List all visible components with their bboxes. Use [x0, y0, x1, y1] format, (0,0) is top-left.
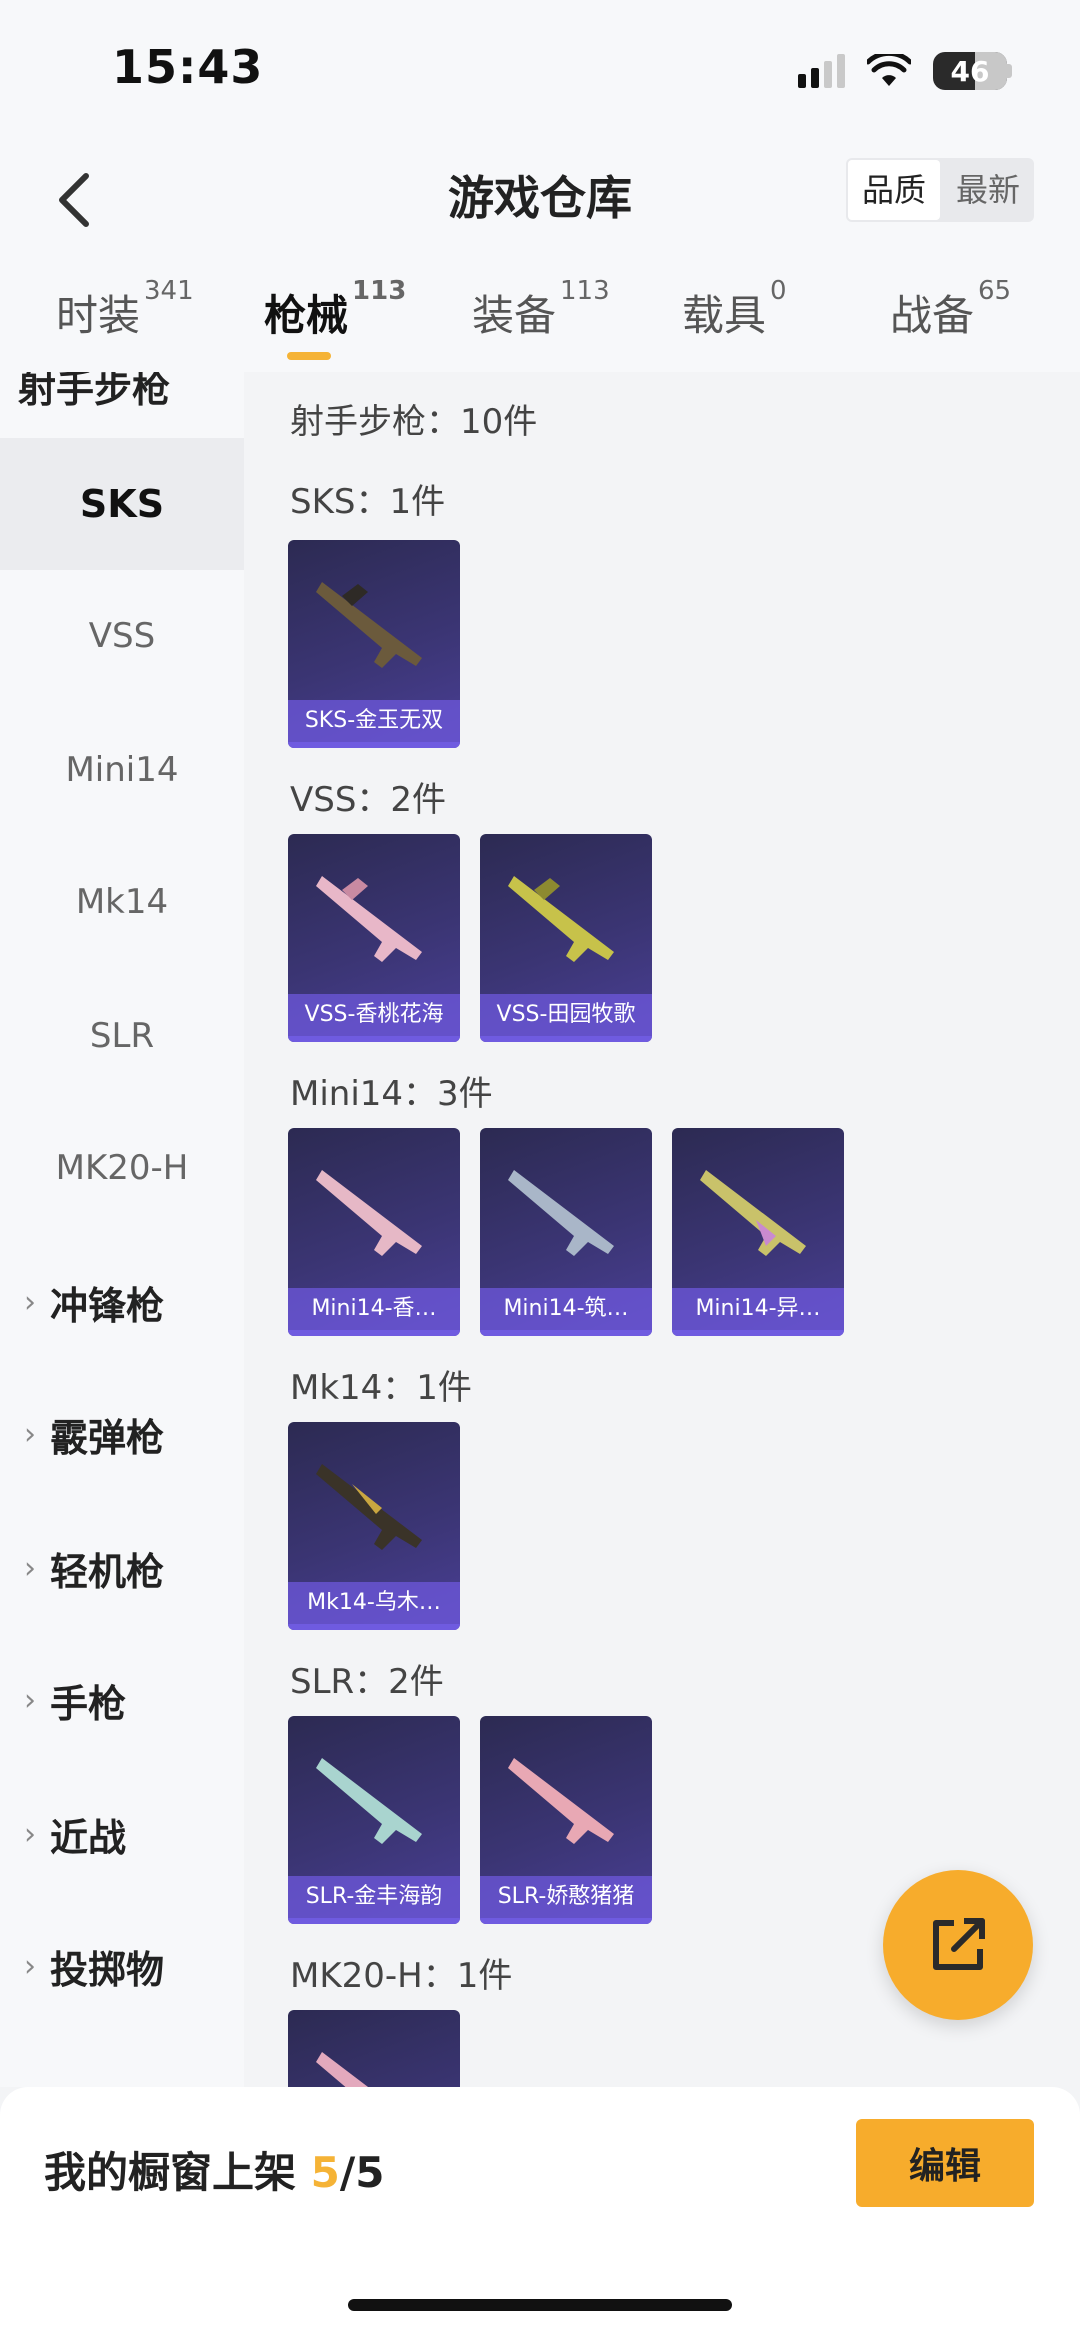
group-title: SLR：2件	[290, 1662, 444, 1702]
group-title: SKS：1件	[290, 482, 446, 522]
skin-card[interactable]: SLR-金丰海韵	[288, 1716, 460, 1924]
tab-vehicles[interactable]: 载具 0	[682, 276, 787, 343]
rifle-icon	[316, 1170, 422, 1256]
sidebar-item-slr[interactable]: SLR	[0, 970, 244, 1102]
rifle-icon	[316, 2052, 369, 2087]
battery-icon: 46	[933, 52, 1007, 90]
group-title: VSS：2件	[290, 780, 447, 820]
status-time: 15:43	[112, 40, 264, 94]
showcase-total: /5	[339, 2148, 385, 2197]
rifle-icon	[508, 1758, 614, 1844]
group-title: MK20-H：1件	[290, 1956, 513, 1996]
rifle-icon	[508, 876, 614, 962]
sidebar-category-smg[interactable]: › 冲锋枪	[0, 1236, 244, 1368]
sidebar-item-vss[interactable]: VSS	[0, 570, 244, 702]
sidebar-item-sks[interactable]: SKS	[0, 438, 244, 570]
sidebar: 射手步枪 SKS VSS Mini14 Mk14 SLR MK20-H › 冲锋枪…	[0, 372, 244, 2087]
skin-card[interactable]: SKS-金玉无双	[288, 540, 460, 748]
skin-card-label: SLR-金丰海韵	[288, 1876, 460, 1918]
chevron-right-icon: ›	[24, 1682, 36, 1718]
rifle-icon	[508, 1170, 614, 1256]
nav-bar: 游戏仓库 品质 最新	[0, 140, 1080, 260]
rifle-icon	[700, 1170, 806, 1256]
category-tabs: 时装 341 枪械 113 装备 113 载具 0 战备 65	[0, 260, 1080, 372]
tab-fashion[interactable]: 时装 341	[56, 276, 194, 343]
group-title: Mini14：3件	[290, 1074, 493, 1114]
item-list: 射手步枪：10件 SKS：1件 SKS-金玉无双 VSS：2件 VSS-香桃花海…	[244, 372, 1080, 2087]
rifle-icon	[316, 876, 422, 962]
skin-card-label: Mk14-乌木…	[288, 1582, 460, 1624]
share-button[interactable]	[883, 1870, 1033, 2020]
section-title: 射手步枪：10件	[290, 402, 538, 442]
skin-card[interactable]: Mini14-异…	[672, 1128, 844, 1336]
tab-guns[interactable]: 枪械 113	[264, 276, 406, 343]
sidebar-item-mk14[interactable]: Mk14	[0, 836, 244, 968]
chevron-right-icon: ›	[24, 1816, 36, 1852]
skin-card-label: Mini14-筑…	[480, 1288, 652, 1330]
active-tab-indicator	[287, 352, 331, 360]
chevron-right-icon: ›	[24, 1948, 36, 1984]
skin-card[interactable]: Mk14-乌木…	[288, 1422, 460, 1630]
sidebar-category-pistol[interactable]: › 手枪	[0, 1634, 244, 1766]
sidebar-category-melee[interactable]: › 近战	[0, 1768, 244, 1900]
sort-quality-button[interactable]: 品质	[847, 160, 940, 220]
tab-supplies[interactable]: 战备 65	[890, 276, 1011, 343]
wifi-icon	[867, 54, 911, 86]
tab-equipment[interactable]: 装备 113	[472, 276, 610, 343]
home-indicator	[348, 2299, 732, 2311]
skin-card[interactable]: Mini14-筑…	[480, 1128, 652, 1336]
sidebar-category-lmg[interactable]: › 轻机枪	[0, 1502, 244, 1634]
status-bar: 15:43 46	[0, 0, 1080, 140]
rifle-icon	[316, 1464, 422, 1550]
rifle-icon	[316, 582, 422, 668]
sidebar-item-mk20h[interactable]: MK20-H	[0, 1102, 244, 1234]
sidebar-category-throwables[interactable]: › 投掷物	[0, 1900, 244, 2032]
skin-card[interactable]: SLR-娇憨猪猪	[480, 1716, 652, 1924]
skin-card-label: VSS-田园牧歌	[480, 994, 652, 1036]
skin-card-label: SLR-娇憨猪猪	[480, 1876, 652, 1918]
skin-card-label: VSS-香桃花海	[288, 994, 460, 1036]
chevron-right-icon: ›	[24, 1550, 36, 1586]
skin-card[interactable]: VSS-田园牧歌	[480, 834, 652, 1042]
battery-level: 46	[950, 54, 990, 88]
bottom-bar: 我的橱窗上架 5/5 编辑	[0, 2087, 1080, 2337]
edit-button[interactable]: 编辑	[856, 2119, 1034, 2207]
skin-card-label: SKS-金玉无双	[288, 700, 460, 742]
skin-card[interactable]: VSS-香桃花海	[288, 834, 460, 1042]
skin-card-label: Mini14-异…	[672, 1288, 844, 1330]
skin-card[interactable]	[288, 2010, 460, 2087]
sort-toggle: 品质 最新	[845, 158, 1034, 222]
skin-card[interactable]: Mini14-香…	[288, 1128, 460, 1336]
sidebar-item-mini14[interactable]: Mini14	[0, 704, 244, 836]
share-icon	[933, 1918, 985, 1970]
chevron-right-icon: ›	[24, 1284, 36, 1320]
skin-card-label: Mini14-香…	[288, 1288, 460, 1330]
sidebar-category-shotgun[interactable]: › 霰弹枪	[0, 1368, 244, 1500]
signal-icon	[798, 54, 845, 88]
showcase-used: 5	[310, 2148, 340, 2197]
group-title: Mk14：1件	[290, 1368, 472, 1408]
rifle-icon	[316, 1758, 422, 1844]
status-icons: 46	[798, 52, 1012, 90]
chevron-right-icon: ›	[24, 1416, 36, 1452]
sort-newest-button[interactable]: 最新	[942, 158, 1034, 222]
showcase-status: 我的橱窗上架 5/5	[44, 2148, 385, 2197]
sidebar-category-current[interactable]: 射手步枪	[18, 372, 170, 413]
